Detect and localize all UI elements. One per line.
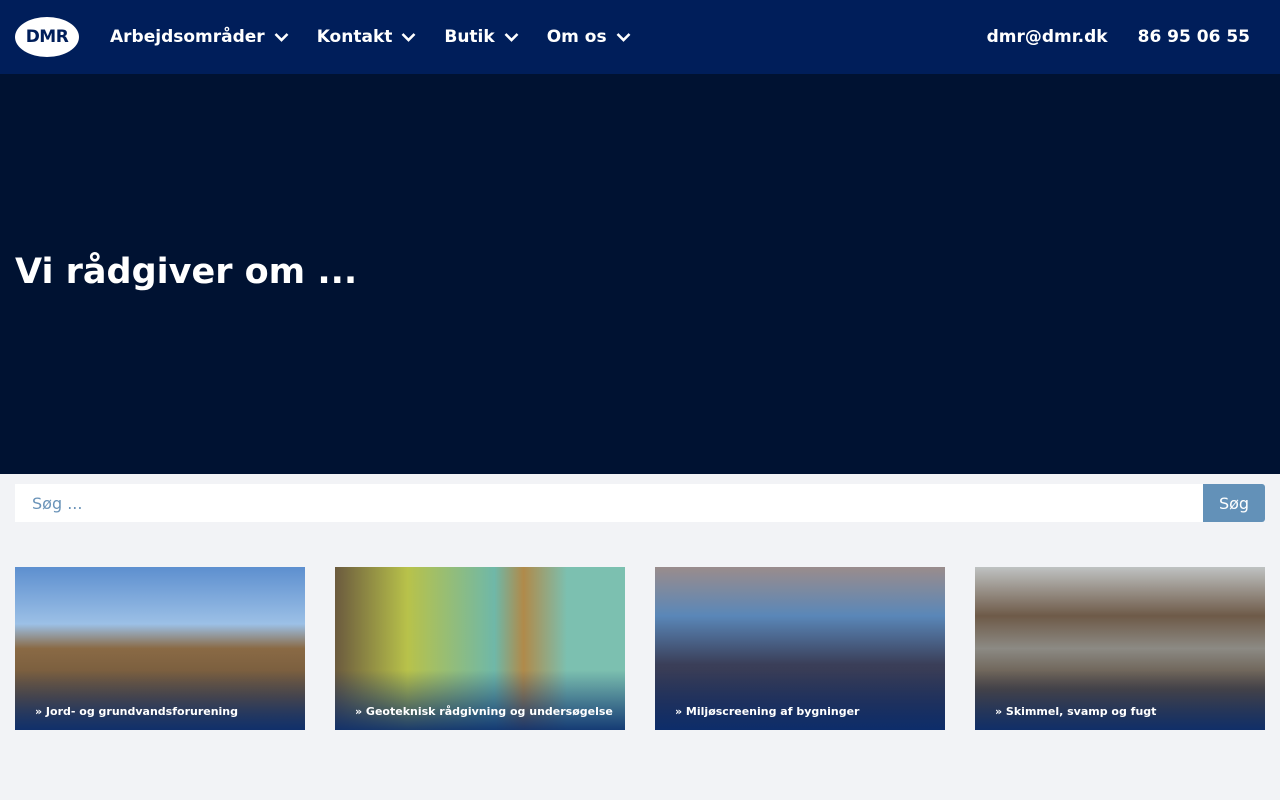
card-label: » Jord- og grundvandsforurening <box>35 705 239 718</box>
menu-butik[interactable]: Butik <box>444 27 519 47</box>
card-label: » Geoteknisk rådgivning og undersøgelse <box>355 705 613 718</box>
hero-banner: Vi rådgiver om ... <box>0 74 1280 474</box>
card-miljoscreening[interactable]: » Miljøscreening af bygninger <box>655 567 945 730</box>
menu-label: Butik <box>444 27 495 47</box>
chevron-down-icon <box>616 33 631 42</box>
chevron-down-icon <box>504 33 519 42</box>
main-menu: Arbejdsområder Kontakt Butik Om os <box>110 0 659 74</box>
card-geoteknisk[interactable]: » Geoteknisk rådgivning og undersøgelse <box>335 567 625 730</box>
card-jord-grundvand[interactable]: » Jord- og grundvandsforurening <box>15 567 305 730</box>
menu-label: Kontakt <box>316 27 393 47</box>
search-button[interactable]: Søg <box>1203 484 1265 522</box>
card-skimmel[interactable]: » Skimmel, svamp og fugt <box>975 567 1265 730</box>
menu-label: Arbejdsområder <box>110 27 265 47</box>
menu-label: Om os <box>546 27 607 47</box>
card-label: » Skimmel, svamp og fugt <box>995 705 1157 718</box>
top-navigation: DMR Arbejdsområder Kontakt Butik Om os d… <box>0 0 1280 74</box>
search-bar: Søg <box>15 484 1265 522</box>
menu-arbejdsomraader[interactable]: Arbejdsområder <box>110 27 289 47</box>
search-input[interactable] <box>15 484 1203 522</box>
chevron-down-icon <box>274 33 289 42</box>
hero-title: Vi rådgiver om ... <box>15 252 358 292</box>
menu-kontakt[interactable]: Kontakt <box>317 27 417 47</box>
email-link[interactable]: dmr@dmr.dk <box>987 27 1108 47</box>
chevron-down-icon <box>401 33 416 42</box>
phone-link[interactable]: 86 95 06 55 <box>1138 27 1250 47</box>
dmr-logo[interactable]: DMR <box>15 17 79 57</box>
menu-om-os[interactable]: Om os <box>547 27 631 47</box>
card-label: » Miljøscreening af bygninger <box>675 705 860 718</box>
